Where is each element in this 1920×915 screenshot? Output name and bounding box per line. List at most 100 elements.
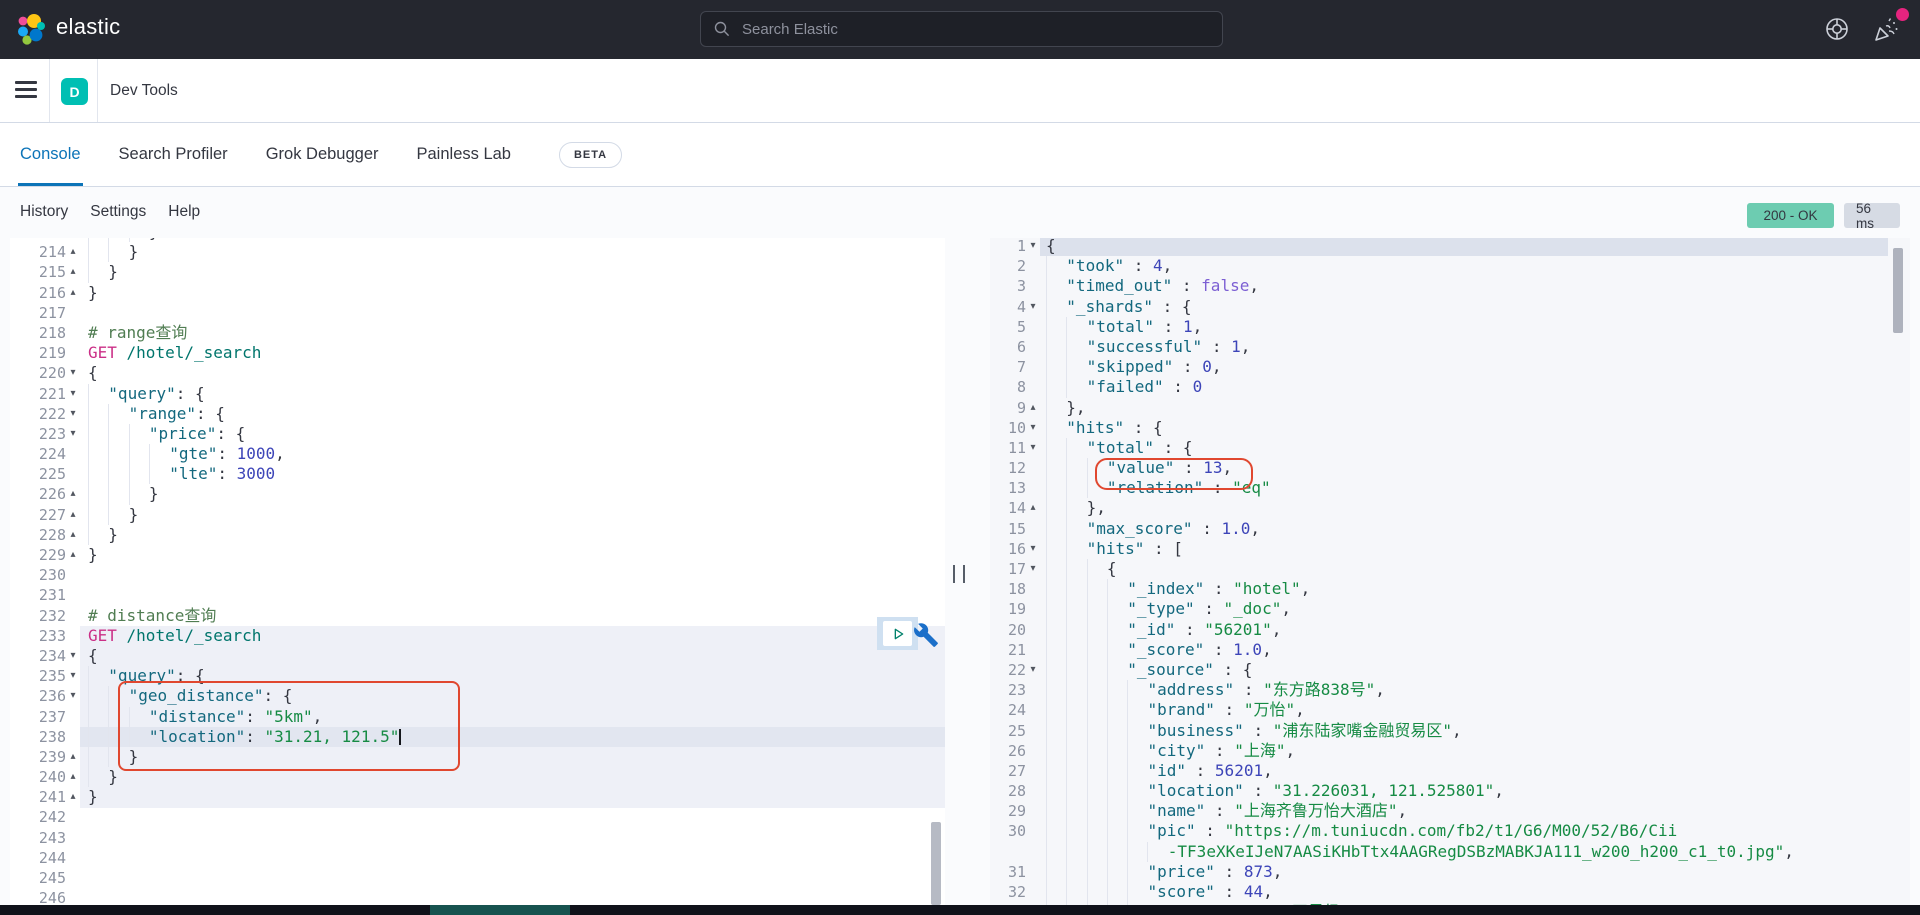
tab-painless-lab[interactable]: Painless Lab (415, 123, 513, 186)
code-line[interactable]: 8 "failed" : 0 (990, 377, 1910, 398)
code-line[interactable]: -TF3eXKeIJeN7AASiKHbTtx4AAGRegDSBzMABKJA… (990, 841, 1910, 862)
fold-toggle-icon[interactable]: ▾ (1026, 238, 1040, 256)
code-line[interactable]: 227 ▴} (10, 504, 945, 525)
fold-toggle-icon[interactable]: ▴ (66, 505, 80, 525)
search-input[interactable] (740, 19, 1184, 39)
code-line[interactable]: 221 ▾ "query": { (10, 383, 945, 404)
code-line[interactable]: 20 "_id" : "56201", (990, 619, 1910, 640)
send-request-button[interactable] (883, 621, 912, 646)
code-line[interactable]: 231 (10, 585, 945, 605)
code-line[interactable]: 229 ▴} (10, 545, 945, 565)
code-line[interactable]: 240 ▴} (10, 767, 945, 788)
code-line[interactable]: 235 ▾ "query": { (10, 666, 945, 687)
code-line[interactable]: 216 ▴} (10, 283, 945, 303)
fold-toggle-icon[interactable]: ▾ (1026, 438, 1040, 458)
code-line[interactable]: 242 (10, 807, 945, 827)
code-line[interactable]: 243 (10, 828, 945, 848)
fold-toggle-icon[interactable]: ▾ (1026, 559, 1040, 579)
code-line[interactable]: 19 "_type" : "_doc", (990, 599, 1910, 620)
code-line[interactable]: 241 ▴} (10, 787, 945, 807)
code-line[interactable]: 237 "distance": "5km", (10, 706, 945, 727)
fold-toggle-icon[interactable]: ▾ (1026, 539, 1040, 559)
help-icon[interactable] (1822, 14, 1852, 44)
code-line[interactable]: 244 (10, 848, 945, 868)
fold-toggle-icon[interactable]: ▾ (66, 686, 80, 706)
fold-toggle-icon[interactable]: ▴ (1026, 398, 1040, 418)
code-line[interactable]: 9 ▴}, (990, 397, 1910, 418)
elastic-logo-icon[interactable] (16, 13, 48, 47)
code-line[interactable]: 24 "brand" : "万怡", (990, 700, 1910, 721)
fold-toggle-icon[interactable]: ▾ (66, 384, 80, 404)
code-line[interactable]: 13 "relation" : "eq" (990, 478, 1910, 499)
code-line[interactable]: 23 "address" : "东方路838号", (990, 680, 1910, 701)
code-line[interactable]: 218 # range查询 (10, 323, 945, 343)
right-editor-scrollbar-thumb[interactable] (1893, 248, 1903, 333)
code-line[interactable]: 236 ▾ "geo_distance": { (10, 686, 945, 707)
code-line[interactable]: 16 ▾ "hits" : [ (990, 538, 1910, 559)
code-line[interactable]: 32 "score" : 44, (990, 882, 1910, 903)
code-line[interactable]: 223 ▾ "price": { (10, 423, 945, 445)
code-line[interactable]: 1 ▾ { (990, 238, 1910, 256)
fold-toggle-icon[interactable]: ▴ (66, 525, 80, 545)
request-options-button[interactable] (910, 619, 942, 653)
code-line[interactable]: 10 ▾ "hits" : { (990, 417, 1910, 438)
code-line[interactable]: 3 "timed_out" : false, (990, 276, 1910, 297)
code-line[interactable]: 238 "location": "31.21, 121.5" (10, 726, 945, 747)
fold-toggle-icon[interactable]: ▴ (1026, 498, 1040, 518)
fold-toggle-icon[interactable]: ▾ (66, 404, 80, 424)
response-output-pane[interactable]: 1 ▾{2 "took" : 4, 3 "timed_out" : false, 4 ▾ "_… (990, 238, 1910, 905)
code-line[interactable]: 239 ▴} (10, 746, 945, 768)
code-line[interactable]: 27 "id" : 56201, (990, 760, 1910, 782)
code-line[interactable]: 28 "location" : "31.226031, 121.525801", (990, 781, 1910, 802)
code-line[interactable]: 232 # distance查询 (10, 606, 945, 626)
tab-grok-debugger[interactable]: Grok Debugger (264, 123, 381, 186)
fold-toggle-icon[interactable]: ▴ (66, 767, 80, 787)
fold-toggle-icon[interactable]: ▴ (66, 283, 80, 303)
fold-toggle-icon[interactable]: ▴ (66, 242, 80, 262)
toolbar-link-help[interactable]: Help (168, 203, 200, 221)
code-line[interactable]: 225 "lte": 3000 (10, 464, 945, 485)
fold-toggle-icon[interactable]: ▾ (66, 363, 80, 383)
code-line[interactable]: 7 "skipped" : 0, (990, 357, 1910, 378)
fold-toggle-icon[interactable]: ▴ (66, 787, 80, 807)
code-line[interactable]: 14 ▴}, (990, 498, 1910, 519)
code-line[interactable]: 6 "successful" : 1, (990, 336, 1910, 358)
code-line[interactable]: 17 ▾{ (990, 559, 1910, 580)
tab-console[interactable]: Console (18, 123, 83, 186)
code-line[interactable]: 215 ▴} (10, 262, 945, 283)
code-line[interactable]: 26 "city" : "上海", (990, 740, 1910, 761)
menu-icon[interactable] (15, 81, 37, 100)
fold-toggle-icon[interactable]: ▴ (66, 545, 80, 565)
tab-search-profiler[interactable]: Search Profiler (117, 123, 230, 186)
left-editor-scrollbar-thumb[interactable] (931, 822, 941, 905)
code-line[interactable]: 31 "price" : 873, (990, 861, 1910, 882)
toolbar-link-settings[interactable]: Settings (90, 203, 146, 221)
fold-toggle-icon[interactable]: ▾ (66, 666, 80, 686)
code-line[interactable]: 233 GET /hotel/_search (10, 626, 945, 646)
code-line[interactable]: 226 ▴} (10, 484, 945, 505)
code-line[interactable]: 21 "_score" : 1.0, (990, 639, 1910, 660)
code-line[interactable]: 228 ▴} (10, 524, 945, 545)
fold-toggle-icon[interactable]: ▾ (1026, 297, 1040, 317)
fold-toggle-icon[interactable]: ▾ (1026, 418, 1040, 438)
code-line[interactable]: 222 ▾ "range": { (10, 403, 945, 424)
app-icon-badge[interactable]: D (61, 78, 88, 105)
fold-toggle-icon[interactable]: ▴ (66, 484, 80, 504)
code-line[interactable]: 234 ▾ { (10, 646, 945, 666)
code-line[interactable]: 15 "max_score" : 1.0, (990, 518, 1910, 539)
code-line[interactable]: 29 "name" : "上海齐鲁万怡大酒店", (990, 801, 1910, 822)
code-line[interactable]: 18 "_index" : "hotel", (990, 579, 1910, 600)
global-search[interactable] (700, 11, 1223, 47)
code-line[interactable]: 25 "business" : "浦东陆家嘴金融贸易区", (990, 720, 1910, 741)
code-line[interactable]: 11 ▾ "total" : { (990, 437, 1910, 459)
code-line[interactable]: 219 GET /hotel/_search (10, 343, 945, 363)
fold-toggle-icon[interactable]: ▴ (66, 262, 80, 282)
fold-toggle-icon[interactable]: ▾ (1026, 660, 1040, 680)
toolbar-link-history[interactable]: History (20, 203, 68, 221)
request-editor-pane[interactable]: 213}214▴}215▴}216▴}217218# range查询219GET… (10, 238, 945, 905)
fold-toggle-icon[interactable]: ▾ (66, 646, 80, 666)
code-line[interactable]: 246 (10, 888, 945, 905)
fold-toggle-icon[interactable]: ▾ (66, 424, 80, 444)
code-line[interactable]: 220 ▾ { (10, 363, 945, 383)
code-line[interactable]: 4 ▾ "_shards" : { (990, 296, 1910, 317)
